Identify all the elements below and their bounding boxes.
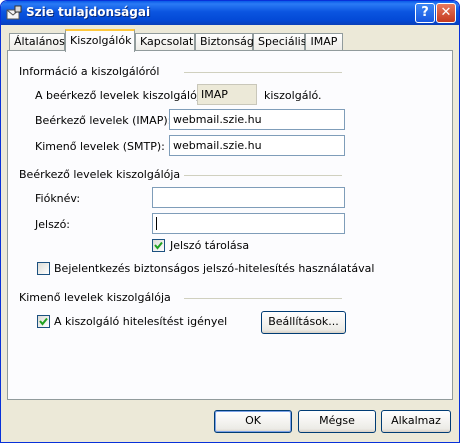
ok-button[interactable]: OK — [214, 410, 292, 433]
incoming-type-label: A beérkező levelek kiszolgálója — [35, 89, 207, 102]
apply-button[interactable]: Alkalmaz — [381, 410, 451, 433]
help-button[interactable]: ? — [415, 3, 435, 23]
spa-label: Bejelentkezés biztonságos jelszó-hiteles… — [54, 262, 375, 275]
smtp-auth-checkbox[interactable] — [37, 315, 50, 328]
check-mark-icon — [39, 317, 48, 326]
imap-label: Beérkező levelek (IMAP): — [35, 114, 172, 127]
tab-connection[interactable]: Kapcsolat — [135, 33, 195, 51]
servers-panel: Információ a kiszolgálóról A beérkező le… — [7, 50, 453, 400]
smtp-auth-label: A kiszolgáló hitelesítést igényel — [54, 315, 228, 328]
incoming-type-suffix: kiszolgáló. — [264, 89, 322, 102]
incoming-server-type: IMAP — [197, 84, 257, 105]
settings-button[interactable]: Beállítások... — [261, 311, 346, 334]
window-title: Szie tulajdonságai — [26, 5, 151, 19]
smtp-server-field[interactable]: webmail.szie.hu — [169, 135, 345, 156]
tab-general[interactable]: Általános — [9, 33, 65, 51]
cancel-button[interactable]: Mégse — [298, 410, 376, 433]
password-field[interactable] — [152, 213, 345, 234]
incoming-server-heading: Beérkező levelek kiszolgálója — [19, 168, 181, 181]
tab-advanced[interactable]: Speciális — [253, 33, 306, 51]
tab-servers[interactable]: Kiszolgálók — [65, 29, 135, 52]
divider — [184, 72, 342, 73]
properties-dialog: Szie tulajdonságai ? ✕ Általános Kiszolg… — [0, 0, 460, 443]
close-button[interactable]: ✕ — [436, 3, 456, 23]
help-icon: ? — [421, 5, 429, 20]
divider — [184, 175, 342, 176]
server-info-heading: Információ a kiszolgálóról — [19, 65, 160, 78]
account-name-label: Fióknév: — [35, 192, 81, 205]
account-name-field[interactable] — [152, 187, 345, 208]
imap-server-field[interactable]: webmail.szie.hu — [169, 109, 345, 130]
remember-password-checkbox[interactable] — [152, 239, 165, 252]
remember-password-label: Jelszó tárolása — [170, 239, 250, 252]
tab-imap[interactable]: IMAP — [305, 33, 343, 51]
title-bar[interactable]: Szie tulajdonságai ? ✕ — [1, 1, 459, 25]
password-label: Jelszó: — [35, 218, 71, 231]
divider — [184, 298, 342, 299]
check-mark-icon — [154, 241, 163, 250]
spa-checkbox[interactable] — [37, 262, 50, 275]
close-icon: ✕ — [440, 5, 452, 20]
outgoing-server-heading: Kimenő levelek kiszolgálója — [19, 291, 171, 304]
tab-security[interactable]: Biztonság — [195, 33, 254, 51]
mail-account-icon — [6, 5, 22, 20]
tab-strip: Általános Kiszolgálók Kapcsolat Biztonsá… — [7, 29, 451, 52]
smtp-label: Kimenő levelek (SMTP): — [35, 140, 165, 153]
